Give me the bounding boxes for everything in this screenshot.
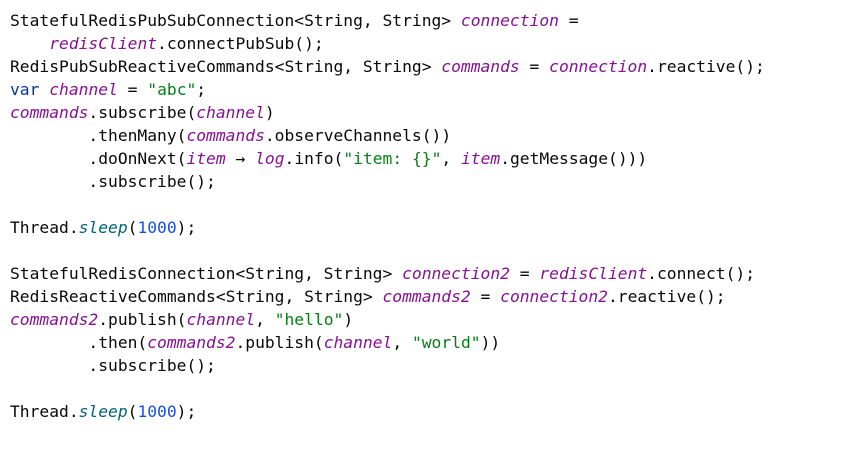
- code-token: commands2: [147, 333, 236, 352]
- code-token: (: [127, 402, 138, 421]
- code-token: .connect();: [647, 264, 755, 283]
- code-line: redisClient.connectPubSub();: [10, 32, 765, 55]
- code-token: item: [460, 149, 501, 168]
- code-token: ): [264, 103, 275, 122]
- code-line: RedisReactiveCommands<String, String> co…: [10, 285, 765, 308]
- code-line: Thread.sleep(1000);: [10, 400, 765, 423]
- code-token: commands: [186, 126, 265, 145]
- code-token: (: [127, 218, 138, 237]
- code-token: "abc": [147, 80, 197, 99]
- code-token: sleep: [78, 402, 128, 421]
- code-token: channel: [196, 103, 265, 122]
- code-token: .doOnNext(: [10, 149, 187, 168]
- code-token: Thread.: [10, 218, 79, 237]
- code-token: );: [176, 218, 197, 237]
- code-token: channel: [49, 80, 118, 99]
- code-token: .reactive();: [647, 57, 765, 76]
- code-token: ,: [255, 310, 275, 329]
- code-line: var channel = "abc";: [10, 78, 765, 101]
- code-token: →: [225, 149, 256, 168]
- code-token: =: [558, 11, 579, 30]
- code-token: connection2: [402, 264, 510, 283]
- code-token: .subscribe();: [10, 356, 216, 375]
- code-token: .publish(: [98, 310, 187, 329]
- code-line: .subscribe();: [10, 354, 765, 377]
- code-line: .doOnNext(item → log.info("item: {}", it…: [10, 147, 765, 170]
- code-line: .subscribe();: [10, 170, 765, 193]
- code-token: 1000: [137, 402, 177, 421]
- code-token: channel: [323, 333, 393, 352]
- code-token: .observeChannels()): [264, 126, 452, 145]
- code-token: connection2: [500, 287, 608, 306]
- code-token: .reactive();: [607, 287, 726, 306]
- code-line: RedisPubSubReactiveCommands<String, Stri…: [10, 55, 765, 78]
- code-token: ,: [441, 149, 461, 168]
- code-token: ,: [392, 333, 412, 352]
- code-token: .publish(: [235, 333, 324, 352]
- code-token: var: [10, 80, 40, 99]
- code-token: =: [470, 287, 501, 306]
- code-token: .subscribe();: [10, 172, 216, 191]
- code-token: "world": [411, 333, 481, 352]
- code-token: log: [255, 149, 285, 168]
- code-token: RedisReactiveCommands<String, String>: [10, 287, 383, 306]
- code-token: item: [186, 149, 226, 168]
- code-token: redisClient: [539, 264, 648, 283]
- code-line: commands.subscribe(channel): [10, 101, 765, 124]
- code-line: commands2.publish(channel, "hello"): [10, 308, 765, 331]
- code-line: StatefulRedisPubSubConnection<String, St…: [10, 9, 765, 32]
- code-token: )): [480, 333, 501, 352]
- code-token: .getMessage())): [500, 149, 648, 168]
- code-token: RedisPubSubReactiveCommands<String, Stri…: [10, 57, 442, 76]
- code-token: commands: [441, 57, 520, 76]
- code-token: =: [519, 57, 550, 76]
- code-token: commands2: [382, 287, 471, 306]
- code-token: .info(: [284, 149, 344, 168]
- code-editor[interactable]: StatefulRedisPubSubConnection<String, St…: [10, 9, 765, 423]
- code-token: commands2: [10, 310, 99, 329]
- code-token: StatefulRedisConnection<String, String>: [10, 264, 403, 283]
- code-token: .then(: [10, 333, 148, 352]
- code-token: commands: [10, 103, 89, 122]
- code-token: redisClient: [49, 34, 158, 53]
- code-line: Thread.sleep(1000);: [10, 216, 765, 239]
- code-token: .connectPubSub();: [157, 34, 324, 53]
- code-token: );: [176, 402, 197, 421]
- code-token: "item: {}": [343, 149, 442, 168]
- code-token: ): [343, 310, 354, 329]
- code-line: StatefulRedisConnection<String, String> …: [10, 262, 765, 285]
- code-token: 1000: [137, 218, 177, 237]
- code-line: .thenMany(commands.observeChannels()): [10, 124, 765, 147]
- code-token: .subscribe(: [88, 103, 197, 122]
- code-token: ;: [196, 80, 207, 99]
- code-token: StatefulRedisPubSubConnection<String, St…: [10, 11, 461, 30]
- code-token: =: [117, 80, 148, 99]
- code-token: "hello": [274, 310, 344, 329]
- code-line: .then(commands2.publish(channel, "world"…: [10, 331, 765, 354]
- code-token: =: [509, 264, 540, 283]
- code-token: connection: [549, 57, 648, 76]
- code-token: channel: [186, 310, 256, 329]
- code-token: connection: [460, 11, 559, 30]
- code-token: sleep: [78, 218, 128, 237]
- code-token: .thenMany(: [10, 126, 187, 145]
- code-token: Thread.: [10, 402, 79, 421]
